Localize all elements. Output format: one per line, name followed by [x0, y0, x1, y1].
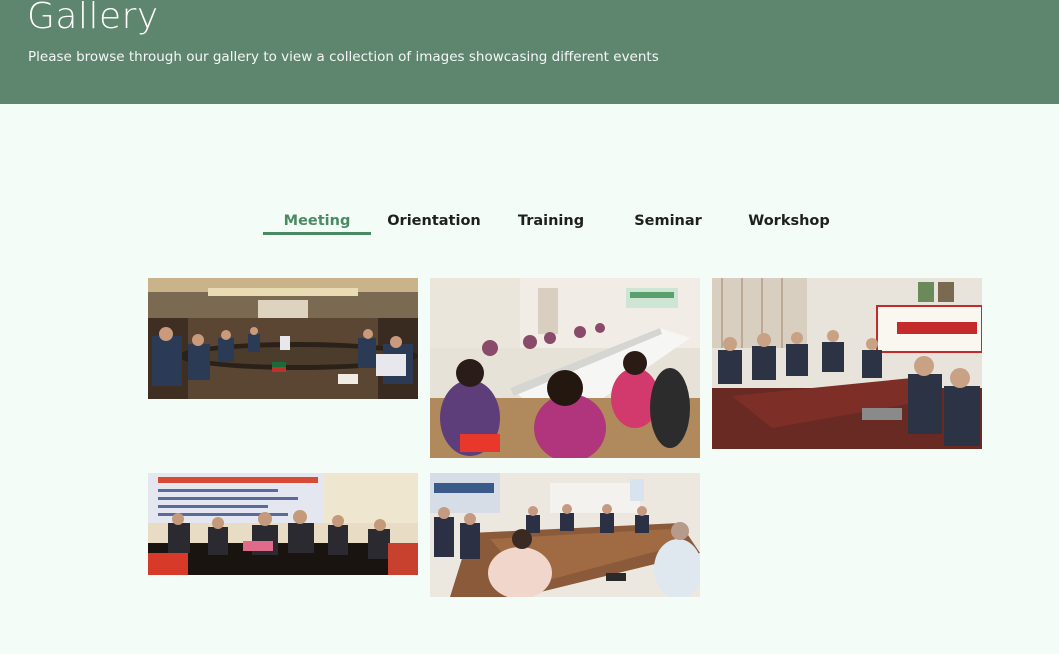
- meeting-photo-2: [430, 278, 700, 458]
- page-subtitle: Please browse through our gallery to vie…: [28, 49, 659, 65]
- tab-seminar[interactable]: Seminar: [614, 206, 722, 236]
- meeting-photo-4: [148, 473, 418, 575]
- gallery-image-2[interactable]: [430, 278, 700, 458]
- gallery-image-4[interactable]: [148, 473, 418, 575]
- active-tab-indicator: [263, 232, 371, 235]
- meeting-photo-1: [148, 278, 418, 399]
- tab-workshop[interactable]: Workshop: [735, 206, 843, 236]
- page-title: Gallery: [27, 0, 159, 37]
- tab-orientation[interactable]: Orientation: [380, 206, 488, 236]
- gallery-image-1[interactable]: [148, 278, 418, 399]
- tab-training[interactable]: Training: [497, 206, 605, 236]
- gallery-image-3[interactable]: [712, 278, 982, 449]
- meeting-photo-3: [712, 278, 982, 449]
- gallery-image-5[interactable]: [430, 473, 700, 597]
- page-header: Gallery Please browse through our galler…: [0, 0, 1059, 104]
- gallery-category-tabs: Meeting Orientation Training Seminar Wor…: [0, 206, 1059, 238]
- meeting-photo-5: [430, 473, 700, 597]
